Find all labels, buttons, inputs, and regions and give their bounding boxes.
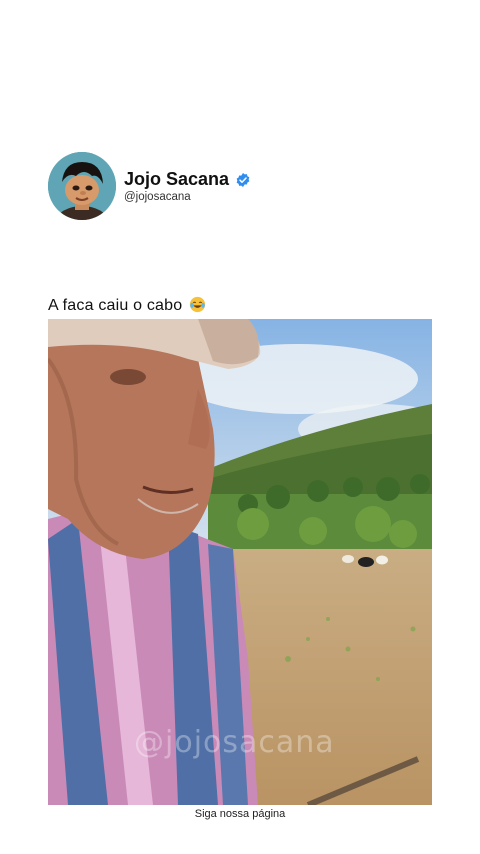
- verified-badge-icon: [236, 172, 250, 187]
- profile-identity: Jojo Sacana @jojosacana: [124, 169, 251, 203]
- post-video[interactable]: @jojosacana: [48, 319, 432, 805]
- profile-name[interactable]: Jojo Sacana: [124, 169, 229, 190]
- video-watermark: @jojosacana: [134, 725, 335, 760]
- caption-text: A faca caiu o cabo: [48, 297, 183, 314]
- profile-avatar[interactable]: [48, 152, 116, 220]
- tears-of-joy-emoji-icon: [189, 296, 206, 313]
- follow-page-text: Siga nossa página: [194, 808, 286, 820]
- name-row: Jojo Sacana: [124, 169, 251, 190]
- profile-handle[interactable]: @jojosacana: [124, 191, 251, 203]
- post-caption: A faca caiu o cabo: [48, 296, 206, 315]
- cartoon-boy-avatar-icon: [48, 152, 116, 220]
- profile-header: Jojo Sacana @jojosacana: [48, 152, 251, 220]
